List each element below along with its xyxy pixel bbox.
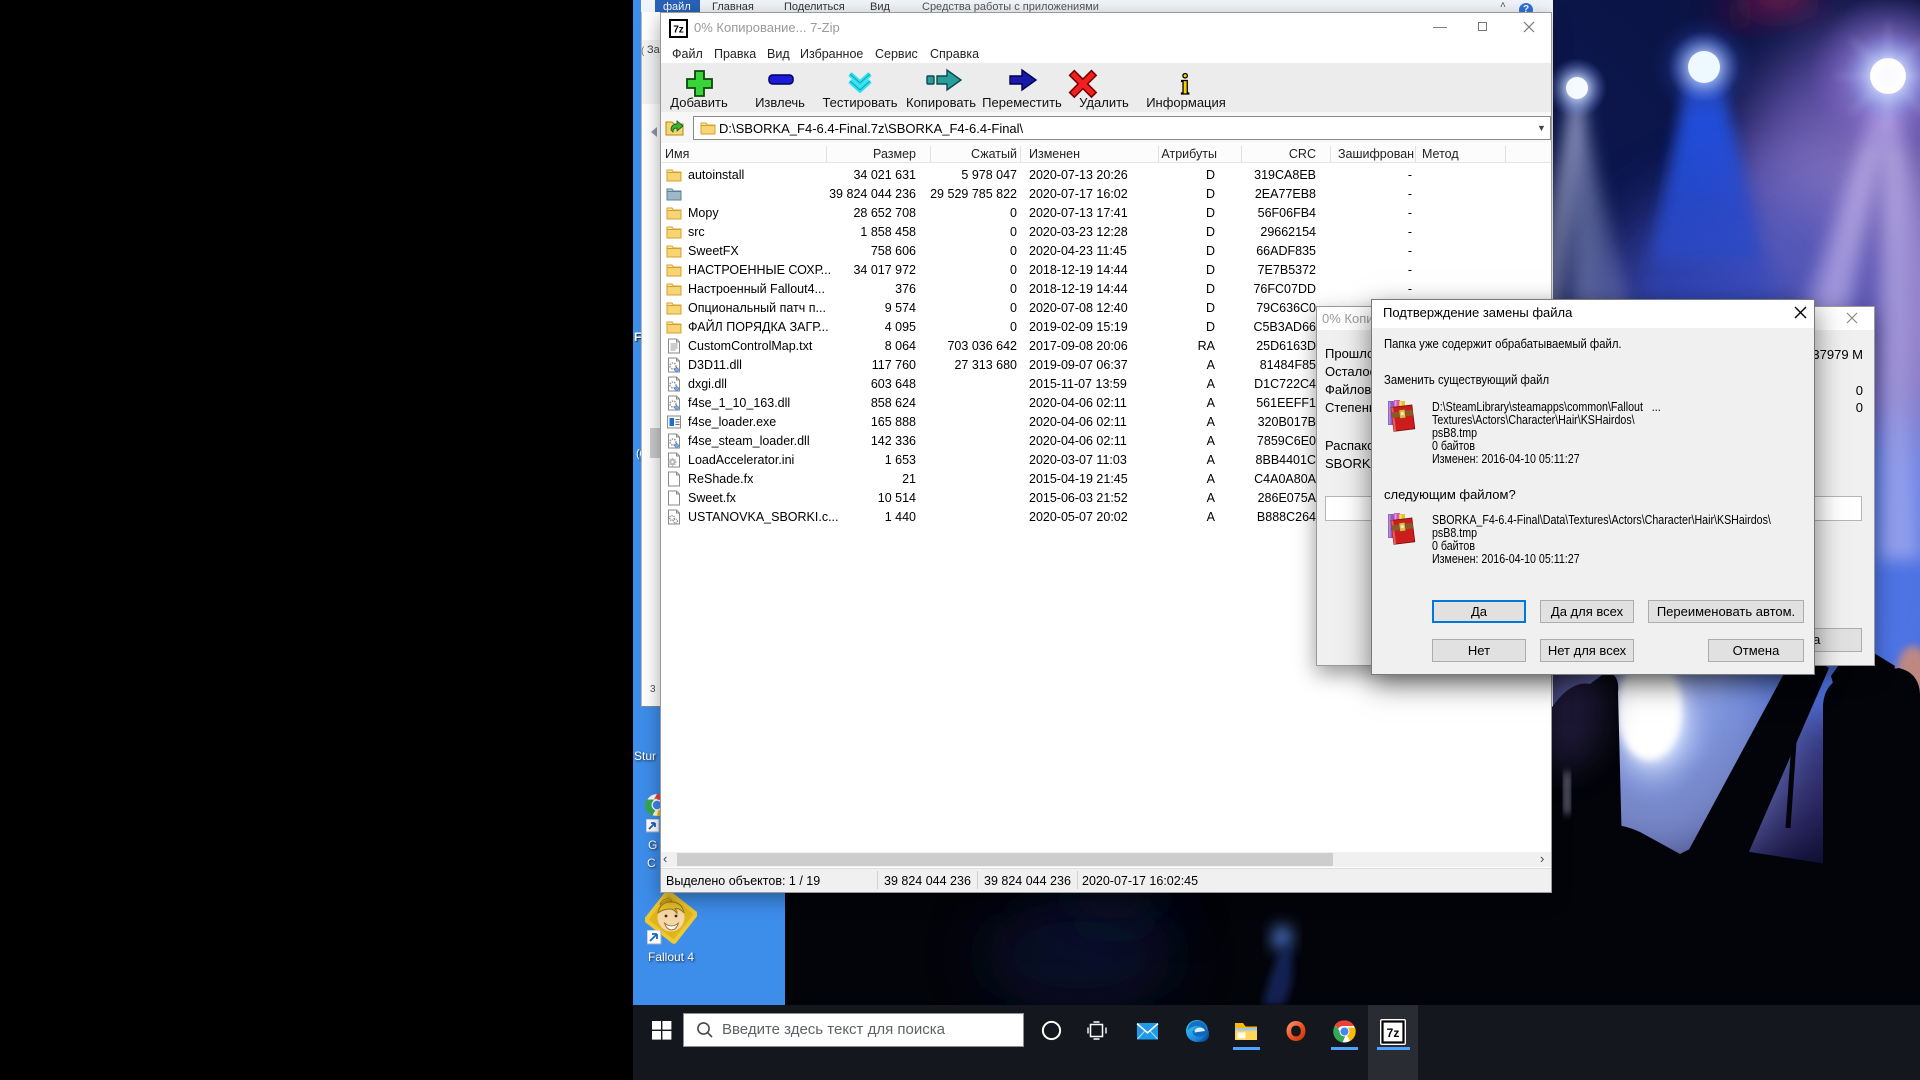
svg-text:7z: 7z: [1387, 1026, 1400, 1040]
svg-text:7z: 7z: [673, 25, 684, 36]
